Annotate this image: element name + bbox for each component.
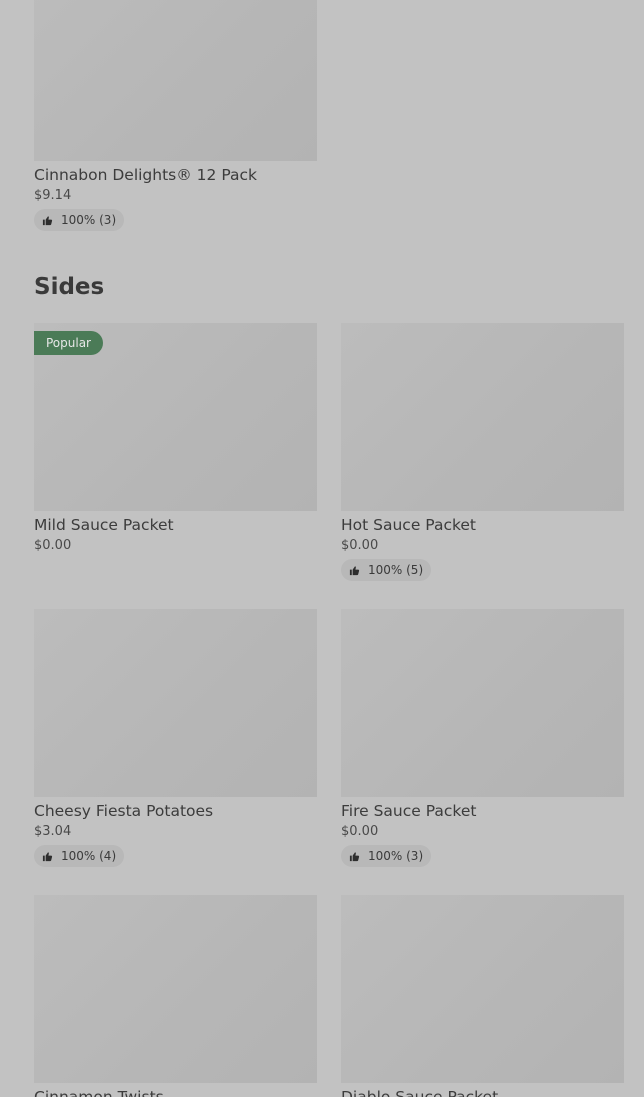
item-image[interactable] xyxy=(34,0,317,161)
item-image[interactable]: Popular xyxy=(34,323,317,511)
menu-page: Cinnabon Delights® 12 Pack $9.14 100% (3… xyxy=(0,0,644,1097)
item-name: Hot Sauce Packet xyxy=(341,516,476,534)
rating-badge: 100% (5) xyxy=(341,559,432,581)
item-name: Cheesy Fiesta Potatoes xyxy=(34,802,214,820)
item-price: $0.00 xyxy=(341,538,379,553)
thumbs-up-icon xyxy=(42,851,53,861)
item-name: Cinnabon Delights® 12 Pack xyxy=(34,166,257,184)
rating-text: 100% (4) xyxy=(61,849,117,863)
menu-item-card[interactable]: Hot Sauce Packet $0.00 100% (5) xyxy=(341,323,624,581)
item-image[interactable] xyxy=(34,609,317,797)
menu-item-card[interactable]: Cinnabon Delights® 12 Pack $9.14 100% (3… xyxy=(34,0,317,231)
item-price: $0.00 xyxy=(341,824,379,839)
item-image[interactable] xyxy=(341,895,624,1083)
item-price: $9.14 xyxy=(34,188,72,203)
menu-item-card[interactable]: Diablo Sauce Packet xyxy=(341,895,624,1097)
popular-badge: Popular xyxy=(34,331,103,355)
item-name: Fire Sauce Packet xyxy=(341,802,477,820)
rating-badge: 100% (3) xyxy=(341,845,432,867)
item-price: $3.04 xyxy=(34,824,72,839)
section-title: Sides xyxy=(34,274,105,300)
thumbs-up-icon xyxy=(349,851,360,861)
rating-text: 100% (5) xyxy=(368,563,424,577)
rating-badge: 100% (3) xyxy=(34,209,125,231)
menu-item-card[interactable]: Cheesy Fiesta Potatoes $3.04 100% (4) xyxy=(34,609,317,867)
rating-badge: 100% (4) xyxy=(34,845,125,867)
item-name: Diablo Sauce Packet xyxy=(341,1088,499,1097)
item-image[interactable] xyxy=(341,323,624,511)
rating-text: 100% (3) xyxy=(61,213,117,227)
item-image[interactable] xyxy=(341,609,624,797)
item-name: Cinnamon Twists xyxy=(34,1088,164,1097)
menu-item-card[interactable]: Cinnamon Twists xyxy=(34,895,317,1097)
item-price: $0.00 xyxy=(34,538,72,553)
thumbs-up-icon xyxy=(349,565,360,575)
menu-item-card[interactable]: Fire Sauce Packet $0.00 100% (3) xyxy=(341,609,624,867)
item-name: Mild Sauce Packet xyxy=(34,516,174,534)
thumbs-up-icon xyxy=(42,215,53,225)
item-image[interactable] xyxy=(34,895,317,1083)
menu-item-card[interactable]: Popular Mild Sauce Packet $0.00 xyxy=(34,323,317,554)
rating-text: 100% (3) xyxy=(368,849,424,863)
